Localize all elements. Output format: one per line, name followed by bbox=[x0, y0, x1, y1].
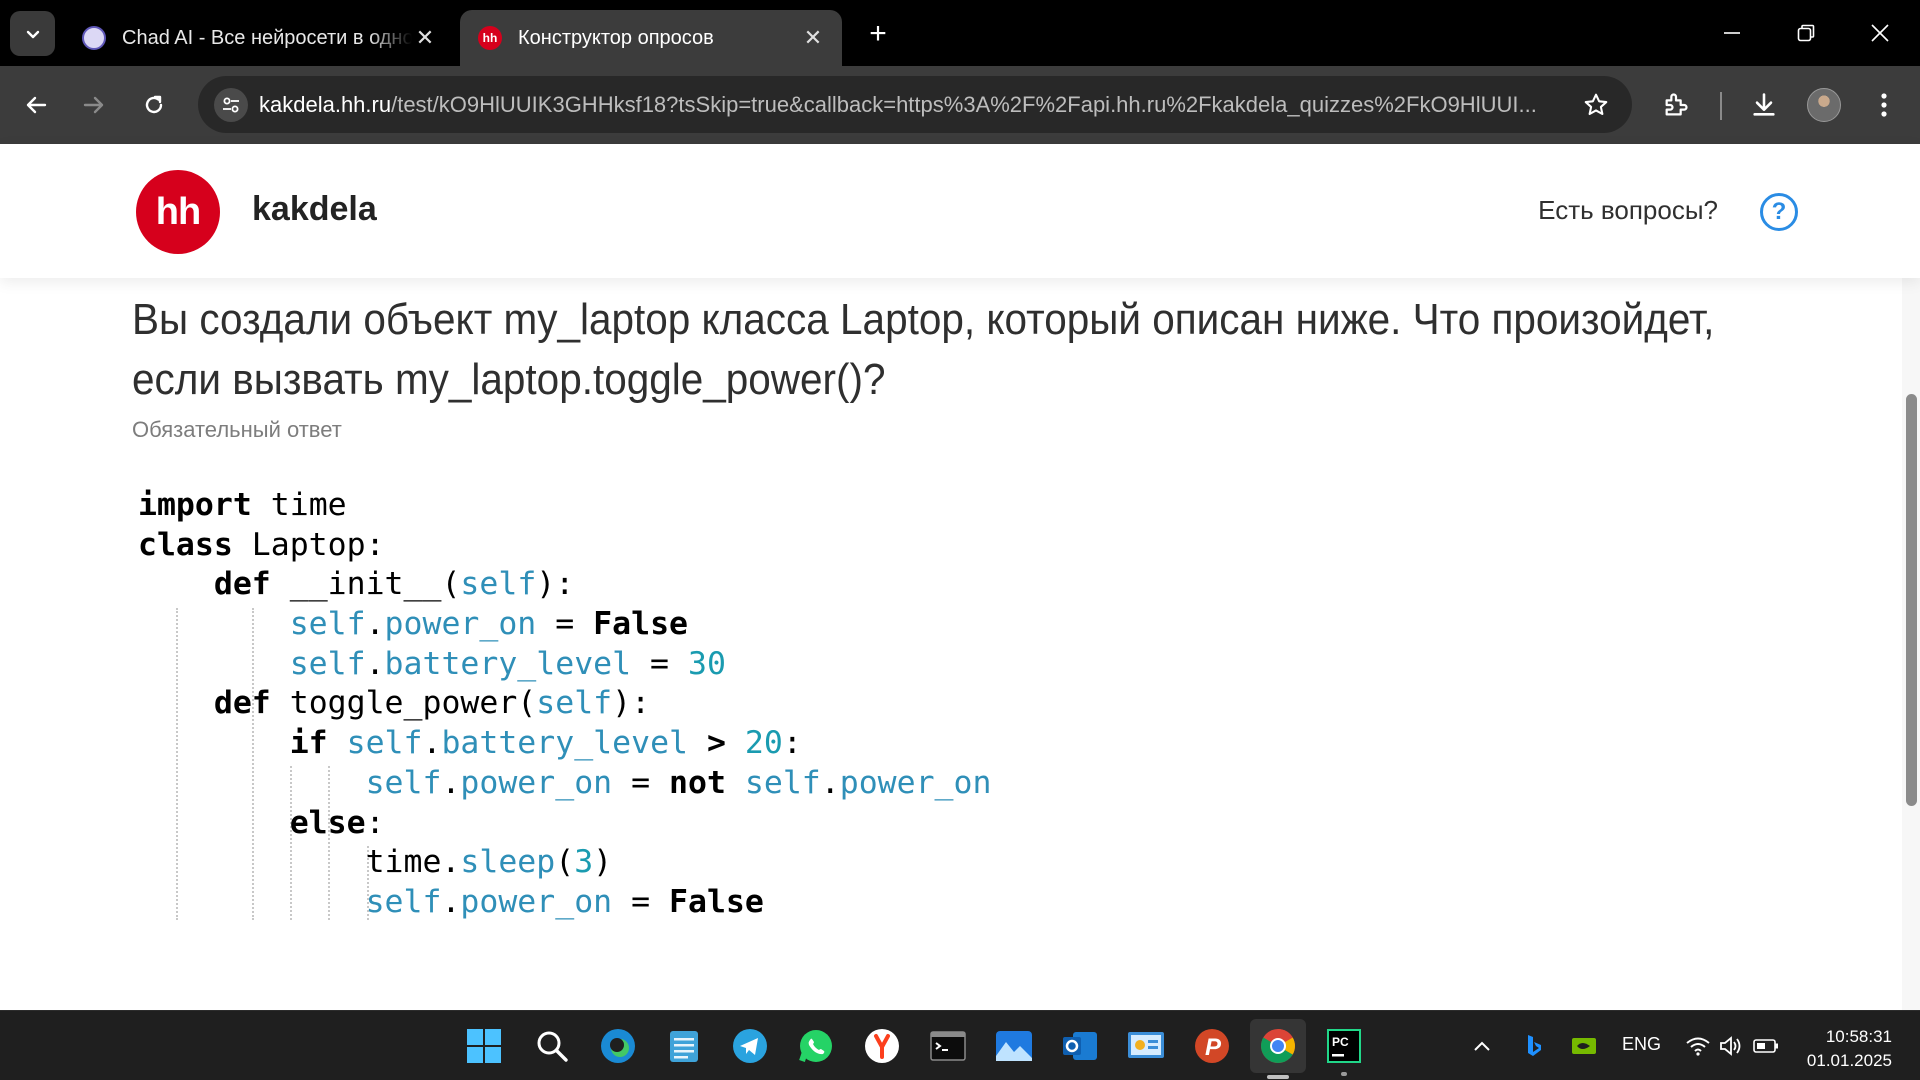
chevron-down-icon bbox=[26, 30, 39, 38]
powerpoint-icon[interactable]: P bbox=[1188, 1022, 1236, 1070]
pycharm-icon[interactable]: PC bbox=[1320, 1022, 1368, 1076]
bing-icon[interactable] bbox=[1516, 1022, 1552, 1070]
menu-kebab-icon[interactable] bbox=[1862, 83, 1906, 127]
code-line: class Laptop: bbox=[138, 526, 385, 563]
url-host: kakdela.hh.ru bbox=[259, 92, 392, 117]
forward-button[interactable] bbox=[72, 83, 116, 127]
question-title: Вы создали объект my_laptop класса Lapto… bbox=[132, 295, 1715, 404]
restore-button[interactable] bbox=[1778, 8, 1834, 58]
reload-button[interactable] bbox=[132, 83, 176, 127]
edge-icon[interactable] bbox=[594, 1022, 642, 1070]
chad-ai-icon bbox=[82, 26, 106, 50]
tab-search-button[interactable] bbox=[10, 11, 55, 56]
chrome-icon[interactable] bbox=[1250, 1019, 1306, 1079]
notepad-icon[interactable] bbox=[660, 1022, 708, 1070]
scroll-thumb[interactable] bbox=[1906, 394, 1917, 806]
yandex-browser-icon[interactable] bbox=[858, 1022, 906, 1070]
photos-icon[interactable] bbox=[990, 1022, 1038, 1070]
toolbar-divider bbox=[1720, 92, 1722, 120]
required-note: Обязательный ответ bbox=[132, 417, 342, 442]
browser-toolbar: kakdela.hh.ru/test/kO9HlUUIK3GHHksf18?ts… bbox=[0, 66, 1920, 144]
code-line: self.power_on = False bbox=[289, 606, 688, 643]
windows-taskbar: P PC ENG 10:58:31 01.01.2025 bbox=[0, 1010, 1920, 1080]
clock-date: 01.01.2025 bbox=[1806, 1051, 1892, 1070]
code-line: else: bbox=[289, 804, 385, 841]
new-tab-button[interactable]: + bbox=[858, 14, 898, 54]
hh-logo[interactable]: hh bbox=[136, 170, 220, 254]
brand-name: kakdela bbox=[252, 190, 377, 228]
svg-text:P: P bbox=[1205, 1034, 1222, 1061]
code-line: def __init__(self): bbox=[213, 566, 575, 603]
site-settings-icon[interactable] bbox=[214, 88, 248, 122]
address-bar[interactable]: kakdela.hh.ru/test/kO9HlUUIK3GHHksf18?ts… bbox=[198, 76, 1632, 133]
question-circle-icon[interactable]: ? bbox=[1760, 193, 1798, 231]
url-path: /test/kO9HlUUIK3GHHksf18?tsSkip=true&cal… bbox=[391, 92, 1537, 117]
language-indicator[interactable]: ENG bbox=[1622, 1034, 1661, 1055]
profile-avatar[interactable] bbox=[1802, 83, 1846, 127]
download-icon[interactable] bbox=[1742, 83, 1786, 127]
bookmark-star-icon[interactable] bbox=[1580, 89, 1612, 121]
code-line: import time bbox=[138, 487, 347, 523]
minimize-icon bbox=[1724, 32, 1740, 34]
arrow-right-icon bbox=[83, 96, 104, 114]
active-app-indicator bbox=[1267, 1075, 1289, 1079]
windows-start-icon[interactable] bbox=[460, 1022, 508, 1070]
control-panel-icon[interactable] bbox=[1122, 1022, 1170, 1070]
chevron-up-icon[interactable] bbox=[1464, 1022, 1500, 1070]
code-line: def toggle_power(self): bbox=[213, 685, 651, 722]
close-icon[interactable]: ✕ bbox=[800, 25, 826, 51]
nvidia-icon[interactable] bbox=[1566, 1022, 1602, 1070]
telegram-icon[interactable] bbox=[726, 1022, 774, 1070]
running-app-indicator bbox=[1341, 1072, 1347, 1076]
arrow-left-icon bbox=[26, 96, 47, 114]
code-line: self.power_on = False bbox=[365, 883, 764, 920]
code-block: import time class Laptop: def __init__(s… bbox=[138, 486, 991, 923]
avatar bbox=[1807, 88, 1841, 122]
site-header: hh kakdela Есть вопросы? ? bbox=[0, 144, 1920, 278]
tab-title: Chad AI - Все нейросети в одном bbox=[122, 26, 412, 49]
close-icon bbox=[1871, 24, 1889, 42]
terminal-icon[interactable] bbox=[924, 1022, 972, 1070]
back-button[interactable] bbox=[14, 83, 58, 127]
close-window-button[interactable] bbox=[1852, 8, 1908, 58]
code-line: self.power_on = not self.power_on bbox=[365, 764, 992, 801]
tab-chad-ai[interactable]: Chad AI - Все нейросети в одном ✕ bbox=[64, 10, 454, 66]
outlook-icon[interactable] bbox=[1056, 1022, 1104, 1070]
whatsapp-icon[interactable] bbox=[792, 1022, 840, 1070]
reload-icon bbox=[145, 95, 163, 114]
code-line: if self.battery_level > 20: bbox=[289, 725, 802, 762]
restore-icon bbox=[1797, 24, 1815, 42]
code-line: time.sleep(3) bbox=[138, 844, 613, 881]
clock-time: 10:58:31 bbox=[1825, 1027, 1892, 1046]
minimize-button[interactable] bbox=[1704, 8, 1760, 58]
system-clock[interactable]: 10:58:31 01.01.2025 bbox=[1807, 1025, 1892, 1073]
extensions-icon[interactable] bbox=[1654, 83, 1698, 127]
hh-favicon-icon: hh bbox=[478, 26, 502, 50]
close-icon[interactable]: ✕ bbox=[412, 25, 438, 51]
tab-strip: Chad AI - Все нейросети в одном ✕ hh Кон… bbox=[0, 0, 1920, 66]
svg-text:PC: PC bbox=[1332, 1035, 1349, 1049]
battery-icon[interactable] bbox=[1746, 1022, 1786, 1070]
search-icon[interactable] bbox=[528, 1022, 576, 1070]
url-text[interactable]: kakdela.hh.ru/test/kO9HlUUIK3GHHksf18?ts… bbox=[259, 92, 1559, 118]
tab-title: Конструктор опросов bbox=[518, 26, 714, 49]
help-link[interactable]: Есть вопросы? bbox=[1538, 195, 1718, 226]
tab-survey-constructor[interactable]: hh Конструктор опросов ✕ bbox=[460, 10, 842, 66]
code-line: self.battery_level = 30 bbox=[289, 645, 726, 682]
